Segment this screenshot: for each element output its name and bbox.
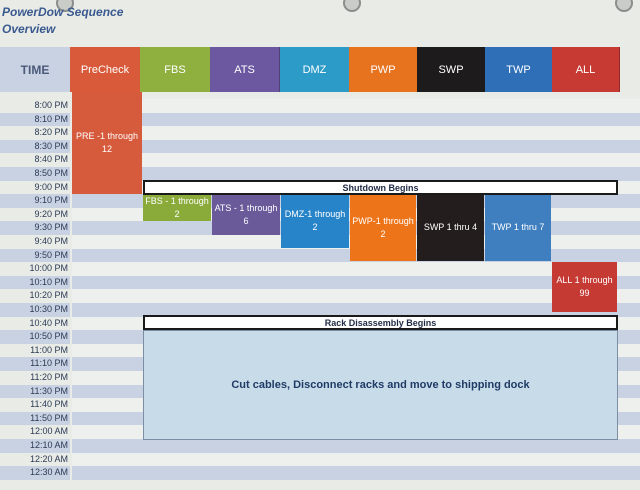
column-header-dmz: DMZ xyxy=(280,47,350,92)
column-header-fbs: FBS xyxy=(140,47,211,92)
time-label: 10:50 PM xyxy=(0,330,70,344)
time-label: 11:10 PM xyxy=(0,357,70,371)
time-label: 11:40 PM xyxy=(30,399,68,410)
time-row-band xyxy=(72,139,640,154)
all-block: ALL 1 through 99 xyxy=(552,262,617,312)
precheck-block: PRE -1 through 12 xyxy=(72,92,142,194)
main-task-box: Cut cables, Disconnect racks and move to… xyxy=(143,330,618,440)
time-label: 10:10 PM xyxy=(0,275,70,290)
time-label: 8:30 PM xyxy=(0,139,70,154)
time-label: 9:50 PM xyxy=(0,248,70,263)
time-row-band xyxy=(72,466,640,480)
pwp-block: PWP-1 through 2 xyxy=(350,194,416,261)
time-label: 11:00 PM xyxy=(30,344,68,355)
time-label: 12:00 AM xyxy=(29,426,68,437)
time-label: 10:00 PM xyxy=(29,263,68,274)
time-label: 9:20 PM xyxy=(34,208,68,219)
dmz-block: DMZ-1 through 2 xyxy=(281,194,349,248)
time-label: 9:10 PM xyxy=(0,194,70,208)
time-row-band xyxy=(72,153,640,167)
ats-block: ATS - 1 through 6 xyxy=(212,194,280,235)
column-header-swp: SWP xyxy=(417,47,486,92)
time-label: 11:30 PM xyxy=(0,384,70,399)
time-label: 8:00 PM xyxy=(34,100,68,110)
time-row-band xyxy=(72,126,640,140)
fbs-block: FBS - 1 through 2 xyxy=(143,194,211,221)
time-label: 8:20 PM xyxy=(34,127,68,138)
time-label: 9:40 PM xyxy=(34,236,68,246)
time-label: 8:50 PM xyxy=(0,167,70,181)
time-label: 8:10 PM xyxy=(0,112,70,127)
time-label: 10:20 PM xyxy=(29,290,68,301)
time-label: 12:20 AM xyxy=(29,453,68,464)
time-row-band xyxy=(72,167,640,181)
time-label: 12:30 AM xyxy=(0,466,70,480)
column-header-ats: ATS xyxy=(210,47,280,92)
column-header-twp: TWP xyxy=(485,47,553,92)
time-row-band xyxy=(72,439,640,453)
time-row-band xyxy=(72,99,640,113)
binder-hole-right xyxy=(615,0,633,12)
document-title-line1: PowerDow Sequence xyxy=(2,5,124,19)
column-header-precheck: PreCheck xyxy=(70,47,141,92)
binder-hole-middle xyxy=(343,0,361,12)
column-header-pwp: PWP xyxy=(349,47,418,92)
time-label: 11:20 PM xyxy=(30,372,68,382)
swp-block: SWP 1 thru 4 xyxy=(417,194,484,261)
column-header-all: ALL xyxy=(552,47,620,92)
time-label: 12:10 AM xyxy=(0,439,70,453)
twp-block: TWP 1 thru 7 xyxy=(485,194,551,261)
time-label: 11:50 PM xyxy=(0,411,70,426)
rack-disassembly-banner: Rack Disassembly Begins xyxy=(143,315,618,330)
document-title: PowerDow Sequence Overview xyxy=(2,4,123,38)
time-label: 9:00 PM xyxy=(34,181,68,192)
time-row-band xyxy=(72,112,640,127)
document-title-line2: Overview xyxy=(2,22,56,36)
time-label: 10:30 PM xyxy=(0,303,70,317)
time-column-header: TIME xyxy=(0,47,70,92)
time-label: 10:40 PM xyxy=(29,317,68,328)
time-label: 8:40 PM xyxy=(34,154,68,165)
shutdown-banner: Shutdown Begins xyxy=(143,180,618,195)
time-row-band xyxy=(72,452,640,467)
time-label: 9:30 PM xyxy=(0,221,70,235)
